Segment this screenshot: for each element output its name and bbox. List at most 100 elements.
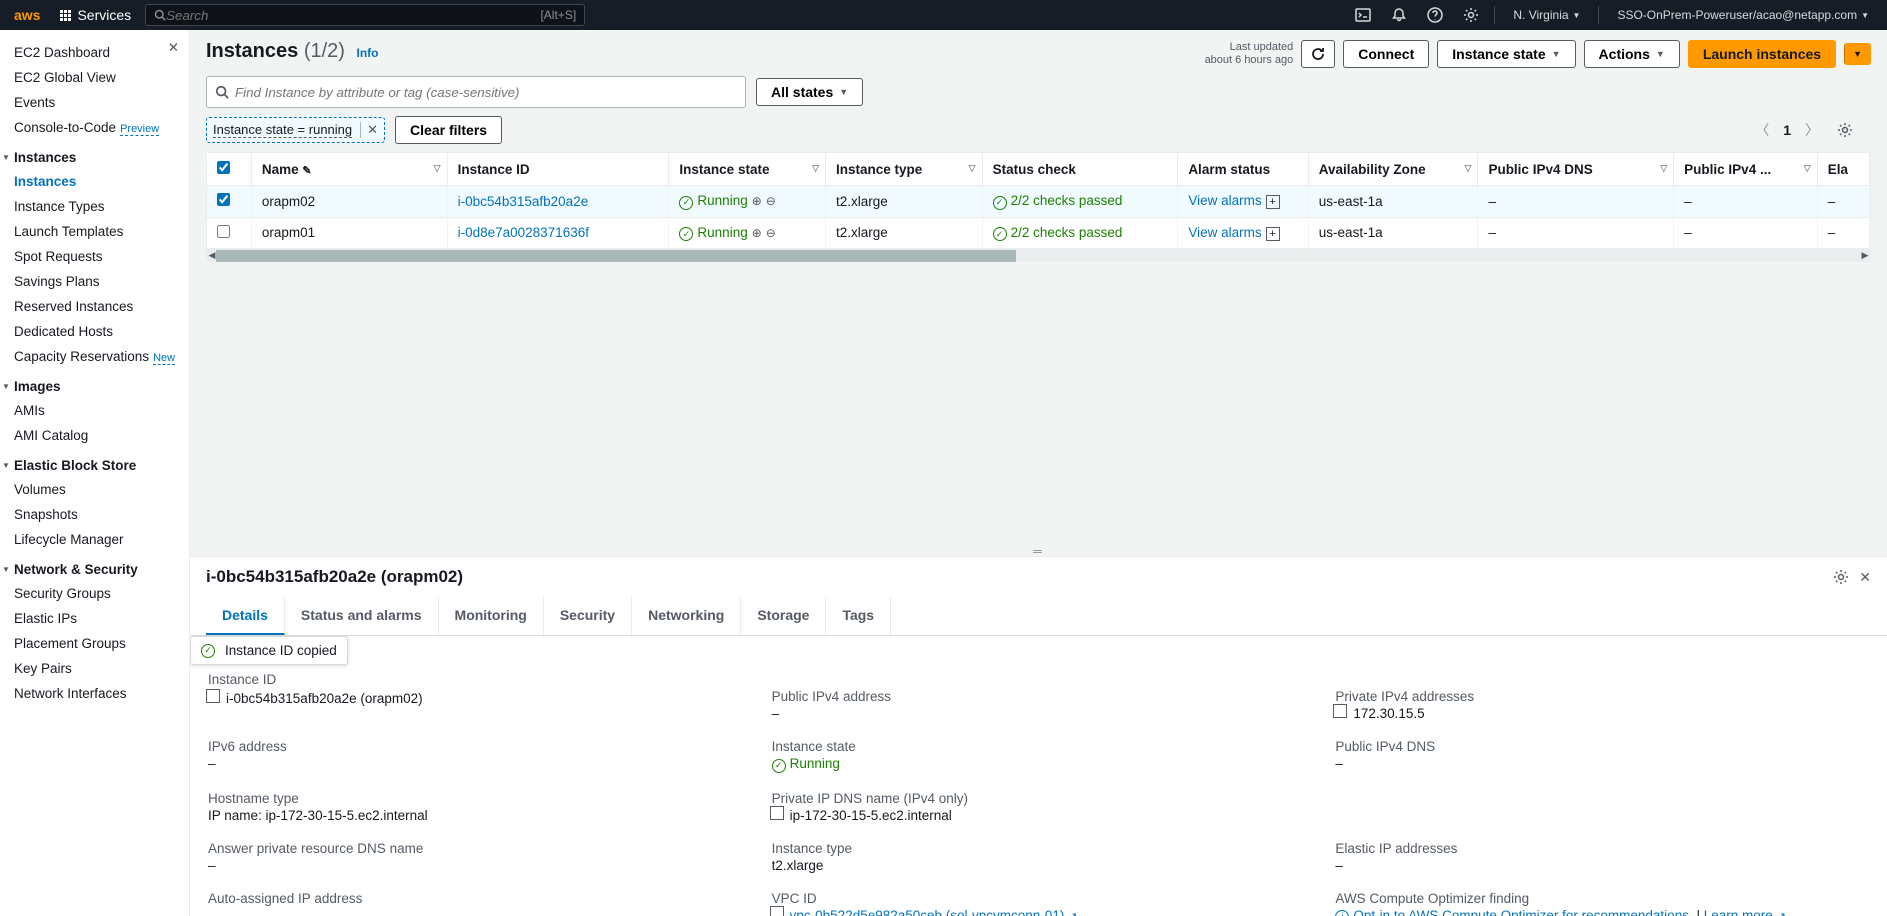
info-link[interactable]: Info: [357, 46, 379, 60]
split-handle-icon[interactable]: ═: [190, 546, 1887, 556]
launch-instances-button[interactable]: Launch instances: [1688, 40, 1836, 68]
sidebar-item-console-to-code[interactable]: Console-to-CodePreview: [14, 115, 189, 140]
sidebar-item-instance-types[interactable]: Instance Types: [14, 194, 189, 219]
zoom-out-icon[interactable]: ⊖: [766, 226, 776, 240]
sidebar-group-network-security[interactable]: Network & Security: [14, 552, 189, 581]
remove-chip-icon[interactable]: ✕: [360, 122, 378, 138]
row-checkbox[interactable]: [217, 225, 230, 238]
sidebar-item-reserved-instances[interactable]: Reserved Instances: [14, 294, 189, 319]
sidebar-item-launch-templates[interactable]: Launch Templates: [14, 219, 189, 244]
view-alarms-link[interactable]: View alarms: [1188, 225, 1261, 240]
sidebar-item-placement-groups[interactable]: Placement Groups: [14, 631, 189, 656]
sidebar-item-instances[interactable]: Instances: [14, 169, 189, 194]
col-public-ip[interactable]: Public IPv4 ...▽: [1674, 153, 1818, 186]
close-icon[interactable]: ✕: [168, 40, 179, 56]
launch-instances-dropdown[interactable]: ▼: [1844, 43, 1871, 65]
zoom-in-icon[interactable]: ⊕: [752, 194, 762, 208]
col-elastic[interactable]: Ela: [1817, 153, 1869, 186]
region-selector[interactable]: N. Virginia▼: [1503, 8, 1590, 22]
filter-chip[interactable]: Instance state = running ✕: [206, 117, 385, 143]
sidebar-item-dedicated-hosts[interactable]: Dedicated Hosts: [14, 319, 189, 344]
sidebar-item-lifecycle-manager[interactable]: Lifecycle Manager: [14, 527, 189, 552]
sidebar-item-ami-catalog[interactable]: AMI Catalog: [14, 423, 189, 448]
col-status[interactable]: Status check: [982, 153, 1178, 186]
sidebar-group-images[interactable]: Images: [14, 369, 189, 398]
col-type[interactable]: Instance type▽: [826, 153, 983, 186]
tab-storage[interactable]: Storage: [741, 597, 826, 635]
tab-tags[interactable]: Tags: [826, 597, 891, 635]
close-panel-icon[interactable]: ✕: [1859, 569, 1871, 586]
table-settings-icon[interactable]: [1833, 118, 1857, 142]
table-row[interactable]: orapm02 i-0bc54b315afb20a2e ✓Running⊕⊖ t…: [207, 186, 1870, 218]
view-alarms-link[interactable]: View alarms: [1188, 193, 1261, 208]
sidebar-item-events[interactable]: Events: [14, 90, 189, 115]
table-row[interactable]: orapm01 i-0d8e7a0028371636f ✓Running⊕⊖ t…: [207, 217, 1870, 249]
col-az[interactable]: Availability Zone▽: [1308, 153, 1478, 186]
tab-networking[interactable]: Networking: [632, 597, 741, 635]
sidebar-item-spot-requests[interactable]: Spot Requests: [14, 244, 189, 269]
cell-instance-id[interactable]: i-0d8e7a0028371636f: [458, 225, 589, 240]
filter-input-wrapper[interactable]: [206, 76, 746, 108]
global-search-input[interactable]: [166, 8, 540, 23]
account-menu[interactable]: SSO-OnPrem-Poweruser/acao@netapp.com▼: [1607, 8, 1879, 22]
global-search[interactable]: [Alt+S]: [145, 4, 585, 26]
actions-button[interactable]: Actions▼: [1584, 40, 1680, 68]
tab-details[interactable]: Details: [206, 597, 285, 635]
sort-icon[interactable]: ▽: [1660, 163, 1667, 174]
sort-icon[interactable]: ▽: [969, 163, 976, 174]
row-checkbox[interactable]: [217, 193, 230, 206]
sort-icon[interactable]: ▽: [1465, 163, 1472, 174]
sidebar-item-savings-plans[interactable]: Savings Plans: [14, 269, 189, 294]
sidebar-item-capacity-reservations[interactable]: Capacity ReservationsNew: [14, 344, 189, 369]
col-state[interactable]: Instance state▽: [669, 153, 826, 186]
tab-security[interactable]: Security: [544, 597, 632, 635]
col-alarm[interactable]: Alarm status: [1178, 153, 1308, 186]
sort-icon[interactable]: ▽: [812, 163, 819, 174]
horizontal-scrollbar[interactable]: ◀▶: [206, 250, 1871, 262]
sidebar-item-key-pairs[interactable]: Key Pairs: [14, 656, 189, 681]
sidebar-item-snapshots[interactable]: Snapshots: [14, 502, 189, 527]
select-all-checkbox[interactable]: [207, 153, 251, 186]
tab-monitoring[interactable]: Monitoring: [439, 597, 544, 635]
col-public-dns[interactable]: Public IPv4 DNS▽: [1478, 153, 1674, 186]
sidebar-group-instances[interactable]: Instances: [14, 140, 189, 169]
settings-icon[interactable]: [1456, 0, 1486, 30]
panel-settings-icon[interactable]: [1833, 569, 1849, 586]
refresh-button[interactable]: [1301, 40, 1335, 68]
add-alarm-icon[interactable]: +: [1266, 195, 1280, 209]
vpc-link[interactable]: vpc-0b522d5e982a50ceb (sol-vpcvmconn-01)…: [790, 908, 1078, 916]
services-menu[interactable]: Services: [52, 3, 139, 27]
zoom-out-icon[interactable]: ⊖: [766, 194, 776, 208]
col-instance-id[interactable]: Instance ID: [447, 153, 669, 186]
notifications-icon[interactable]: [1384, 0, 1414, 30]
filter-input[interactable]: [235, 85, 737, 100]
copy-icon[interactable]: [1335, 706, 1347, 718]
copy-icon[interactable]: [208, 691, 220, 703]
sidebar-item-network-interfaces[interactable]: Network Interfaces: [14, 681, 189, 706]
prev-page-icon[interactable]: 〈: [1751, 116, 1773, 144]
sidebar-item-volumes[interactable]: Volumes: [14, 477, 189, 502]
sidebar-item-security-groups[interactable]: Security Groups: [14, 581, 189, 606]
learn-more-link[interactable]: Learn more↗: [1704, 908, 1786, 916]
all-states-filter[interactable]: All states▼: [756, 78, 863, 106]
sidebar-item-elastic-ips[interactable]: Elastic IPs: [14, 606, 189, 631]
zoom-in-icon[interactable]: ⊕: [752, 226, 762, 240]
col-name[interactable]: Name ✎▽: [251, 153, 447, 186]
sidebar-item-dashboard[interactable]: EC2 Dashboard: [14, 40, 189, 65]
sidebar-group-ebs[interactable]: Elastic Block Store: [14, 448, 189, 477]
next-page-icon[interactable]: 〉: [1801, 116, 1823, 144]
add-alarm-icon[interactable]: +: [1266, 227, 1280, 241]
edit-icon[interactable]: ✎: [302, 165, 311, 177]
copy-icon[interactable]: [772, 908, 784, 916]
cloudshell-icon[interactable]: [1348, 0, 1378, 30]
sidebar-item-amis[interactable]: AMIs: [14, 398, 189, 423]
sort-icon[interactable]: ▽: [1804, 163, 1811, 174]
aws-logo[interactable]: aws: [8, 7, 46, 23]
sidebar-item-global-view[interactable]: EC2 Global View: [14, 65, 189, 90]
connect-button[interactable]: Connect: [1343, 40, 1429, 68]
copy-icon[interactable]: [772, 808, 784, 820]
help-icon[interactable]: [1420, 0, 1450, 30]
cell-instance-id[interactable]: i-0bc54b315afb20a2e: [458, 194, 589, 209]
clear-filters-button[interactable]: Clear filters: [395, 116, 502, 144]
optin-link[interactable]: Opt-in to AWS Compute Optimizer for reco…: [1353, 908, 1692, 916]
